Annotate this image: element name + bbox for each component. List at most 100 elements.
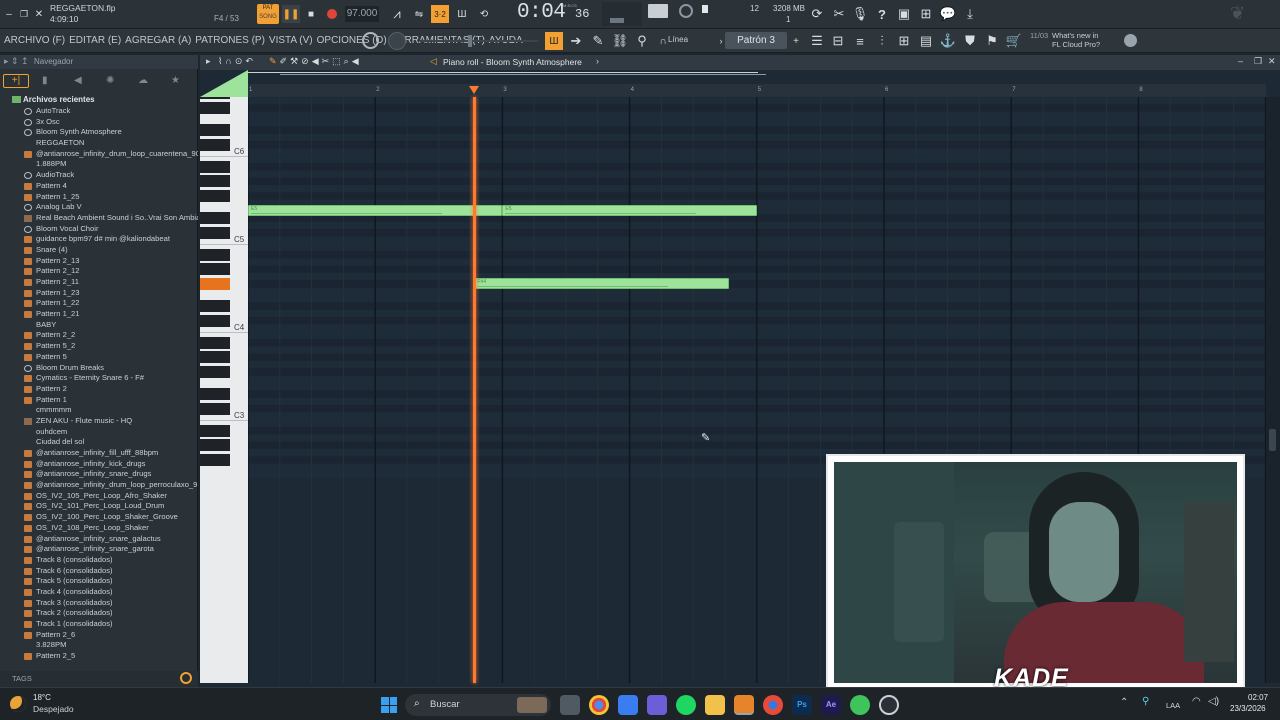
browser-item[interactable]: Pattern 4 bbox=[0, 181, 198, 192]
browser-item[interactable]: BABY bbox=[0, 320, 198, 331]
pr-brush-icon[interactable]: ⚒ bbox=[290, 56, 298, 67]
after-effects-icon[interactable]: Ae bbox=[821, 695, 841, 715]
browser-item[interactable]: @antianrose_infinity_drum_loop_perrocula… bbox=[0, 480, 198, 491]
hint-knob-icon[interactable] bbox=[362, 32, 379, 49]
channel-rack-icon[interactable]: ⊟ bbox=[829, 32, 847, 50]
midi-note[interactable]: F#4 bbox=[474, 278, 729, 290]
stop-icon[interactable]: ■ bbox=[302, 5, 320, 23]
black-key[interactable] bbox=[200, 138, 230, 151]
browser-item[interactable]: Pattern 5_2 bbox=[0, 341, 198, 352]
tray-app-icon[interactable]: ⚲ bbox=[1142, 696, 1149, 707]
wifi-icon[interactable]: ◠ bbox=[1192, 696, 1201, 707]
browser-add-icon[interactable]: +| bbox=[3, 74, 29, 88]
pr-zoom-icon[interactable]: ⌕ bbox=[344, 56, 349, 67]
black-key[interactable] bbox=[200, 387, 230, 400]
browser-speaker-icon[interactable]: ◀ bbox=[74, 75, 82, 86]
weather-moon-icon[interactable] bbox=[10, 696, 26, 712]
browser-item[interactable]: OS_IV2_108_Perc_Loop_Shaker bbox=[0, 523, 198, 534]
black-key[interactable] bbox=[200, 263, 230, 276]
save-icon[interactable]: ▣ bbox=[895, 5, 913, 23]
tempo-tap-icon[interactable]: ⛊ bbox=[961, 32, 979, 50]
countdown-icon[interactable]: 3·2 bbox=[431, 5, 449, 23]
add-pattern-icon[interactable]: + bbox=[787, 32, 805, 50]
browser-item[interactable]: Pattern 2_11 bbox=[0, 277, 198, 288]
browser-item[interactable]: Track 2 (consolidados) bbox=[0, 608, 198, 619]
browser-item[interactable]: Cymatics - Eternity Snare 6 - F# bbox=[0, 373, 198, 384]
plugin-icon[interactable]: ⊞ bbox=[917, 5, 935, 23]
black-key[interactable] bbox=[200, 351, 230, 364]
browser-star-icon[interactable]: ★ bbox=[171, 75, 180, 86]
main-pitch-slider[interactable] bbox=[420, 40, 538, 42]
browser-item[interactable]: Pattern 2_5 bbox=[0, 651, 198, 662]
settings-icon[interactable] bbox=[1124, 34, 1137, 47]
browser-item[interactable]: ouhdcem bbox=[0, 427, 198, 438]
pr-mute-icon[interactable]: ◀ bbox=[312, 56, 319, 67]
browser-item[interactable]: 3.828PM bbox=[0, 640, 198, 651]
playlist-icon[interactable]: ☰ bbox=[808, 32, 826, 50]
browser-item[interactable]: guidance bpm97 d# min @kaliondabeat bbox=[0, 234, 198, 245]
microphone-icon[interactable]: 🎙 bbox=[851, 5, 869, 23]
wait-input-icon[interactable]: ⇋ bbox=[410, 5, 428, 23]
browser-search-icon[interactable] bbox=[180, 672, 192, 684]
pattern-selector[interactable]: Patrón 3 bbox=[725, 32, 787, 49]
midi-note[interactable]: E5 bbox=[248, 205, 503, 217]
shop-icon[interactable]: 🛒 bbox=[1005, 32, 1023, 50]
pr-undo-icon[interactable]: ↶ bbox=[245, 56, 253, 67]
browser-item[interactable]: Pattern 5 bbox=[0, 352, 198, 363]
pr-minimize-icon[interactable]: – bbox=[1238, 56, 1243, 66]
browser-item[interactable]: Track 1 (consolidados) bbox=[0, 619, 198, 630]
browser-item[interactable]: @antianrose_infinity_snare_drugs bbox=[0, 469, 198, 480]
browser-item[interactable]: Pattern 2_13 bbox=[0, 256, 198, 267]
whatsapp-icon[interactable] bbox=[850, 695, 870, 715]
recent-files-header[interactable]: Archivos recientes bbox=[12, 95, 95, 104]
browser-item[interactable]: Bloom Synth Atmosphere bbox=[0, 127, 198, 138]
pr-magnet-icon[interactable]: ⌇ bbox=[218, 56, 222, 67]
pr-delete-icon[interactable]: ⊘ bbox=[301, 56, 309, 67]
active-key[interactable] bbox=[200, 277, 230, 290]
stamp-icon[interactable]: ⚲ bbox=[633, 32, 651, 50]
scroll-thumb[interactable] bbox=[1269, 429, 1276, 451]
browser-item[interactable]: Track 3 (consolidados) bbox=[0, 598, 198, 609]
link-icon[interactable]: ⛓ bbox=[611, 32, 629, 50]
pattern-song-icon[interactable]: Ш bbox=[545, 32, 563, 50]
browser-item[interactable]: Track 5 (consolidados) bbox=[0, 576, 198, 587]
black-key[interactable] bbox=[200, 453, 230, 466]
pr-select-icon[interactable]: ⬚ bbox=[332, 56, 341, 67]
pr-playback-icon[interactable]: ◀ bbox=[352, 56, 359, 67]
menu-patrones[interactable]: PATRONES (P) bbox=[195, 35, 265, 46]
obs-icon[interactable] bbox=[879, 695, 899, 715]
black-key[interactable] bbox=[200, 226, 230, 239]
minimize-icon[interactable]: – bbox=[4, 8, 14, 20]
task-view-icon[interactable] bbox=[560, 695, 580, 715]
black-key[interactable] bbox=[200, 439, 230, 452]
browser-item[interactable]: ZEN AKU - Flute music - HQ bbox=[0, 416, 198, 427]
plugin-db-icon[interactable]: ⚓ bbox=[939, 32, 957, 50]
taskbar-search[interactable]: ⌕ Buscar bbox=[405, 694, 551, 716]
browser-item[interactable]: Pattern 2_12 bbox=[0, 266, 198, 277]
black-key[interactable] bbox=[200, 424, 230, 437]
pr-step-icon[interactable]: ⊙ bbox=[235, 56, 243, 67]
browser-item[interactable]: Track 4 (consolidados) bbox=[0, 587, 198, 598]
browser-item[interactable]: OS_IV2_105_Perc_Loop_Afro_Shaker bbox=[0, 491, 198, 502]
pr-menu-arrow-icon[interactable]: ▸ bbox=[206, 56, 211, 67]
pr-title-chevron-icon[interactable]: › bbox=[596, 56, 599, 66]
snap-select[interactable]: Línea bbox=[668, 35, 688, 44]
pr-scroll-overview[interactable] bbox=[248, 70, 1266, 84]
browser-item[interactable]: 1.888PM bbox=[0, 159, 198, 170]
browser-cloud-icon[interactable]: ☁ bbox=[138, 75, 148, 86]
history-icon[interactable]: ⟳ bbox=[808, 5, 826, 23]
browser-item[interactable]: 3x Osc bbox=[0, 117, 198, 128]
black-key[interactable] bbox=[200, 189, 230, 202]
browser-item[interactable]: @antianrose_infinity_drum_loop_cuarenten… bbox=[0, 149, 198, 160]
browser-item[interactable]: cmmmmm bbox=[0, 405, 198, 416]
browser-item[interactable]: Pattern 1_23 bbox=[0, 288, 198, 299]
clock-date[interactable]: 23/3/2026 bbox=[1230, 704, 1266, 713]
browser-item[interactable]: @antianrose_infinity_fill_ufff_88bpm bbox=[0, 448, 198, 459]
tempo-display[interactable]: 97.000 bbox=[345, 6, 379, 22]
browser-item[interactable]: Real Beach Ambient Sound i So..Vrai Son … bbox=[0, 213, 198, 224]
black-key[interactable] bbox=[200, 402, 230, 415]
arrow-right-icon[interactable]: ➔ bbox=[567, 32, 585, 50]
browser-item[interactable]: Snare (4) bbox=[0, 245, 198, 256]
browser-item[interactable]: AudioTrack bbox=[0, 170, 198, 181]
record-button[interactable] bbox=[323, 5, 341, 23]
